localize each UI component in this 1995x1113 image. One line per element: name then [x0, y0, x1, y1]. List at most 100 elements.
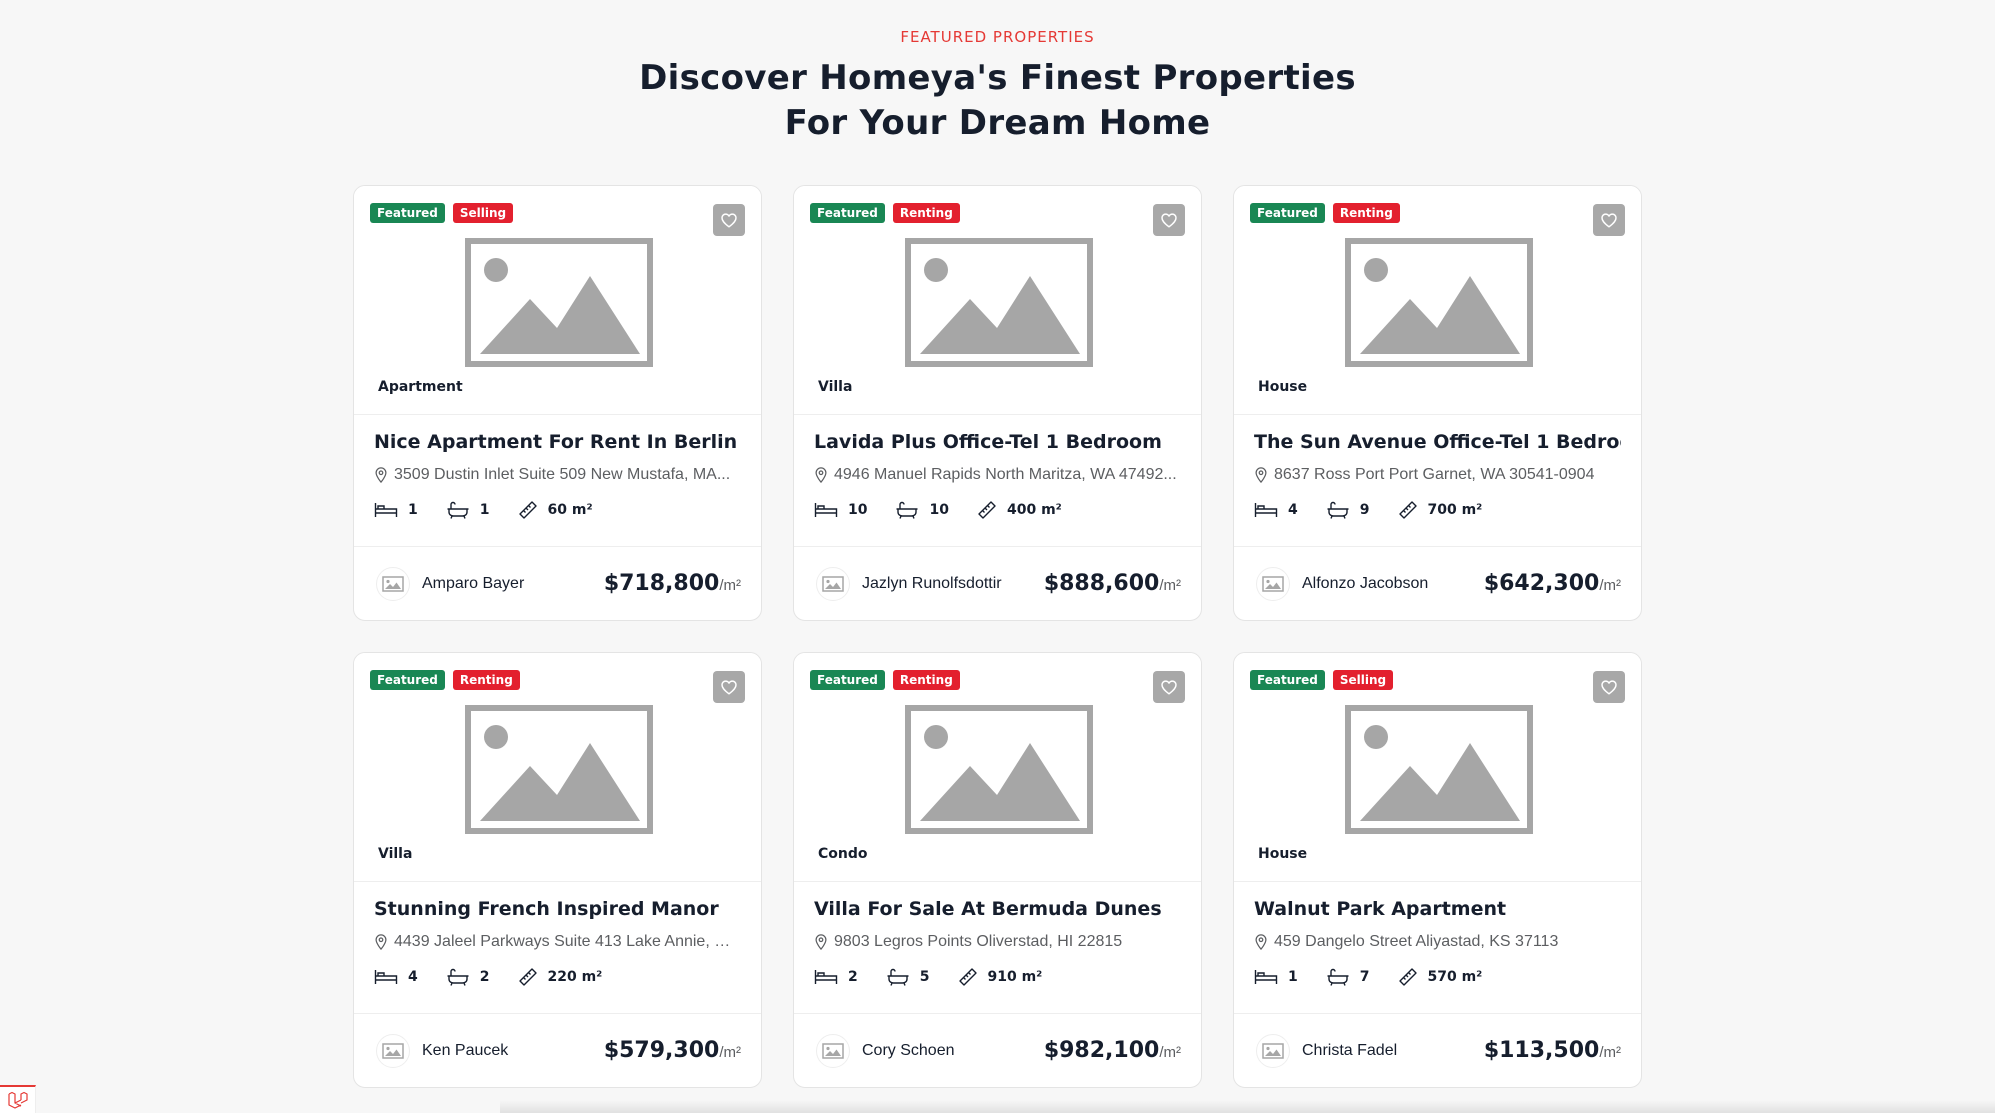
agent-info[interactable]: Christa Fadel [1256, 1033, 1398, 1068]
beds-info: 1 [1254, 969, 1298, 985]
price-value: $718,800 [603, 571, 720, 596]
property-price: $982,100 /m² [1044, 1038, 1181, 1063]
agent-info[interactable]: Ken Paucek [376, 1033, 509, 1068]
property-address: 3509 Dustin Inlet Suite 509 New Mustafa,… [374, 466, 741, 484]
card-footer: Amparo Bayer $718,800 /m² [354, 547, 761, 620]
agent-info[interactable]: Jazlyn Runolfsdottir [816, 566, 1002, 601]
price-value: $888,600 [1043, 571, 1160, 596]
image-placeholder-icon [1345, 705, 1533, 834]
address-text: 4946 Manuel Rapids North Maritza, WA 474… [834, 466, 1177, 483]
heart-icon [1601, 679, 1617, 695]
badge-group: Featured Renting [810, 203, 960, 223]
property-price: $718,800 /m² [604, 571, 741, 596]
agent-name: Ken Paucek [422, 1041, 509, 1059]
area-info: 60 m² [518, 500, 593, 520]
property-title[interactable]: Nice Apartment For Rent In Berlin [374, 415, 741, 453]
status-badge: Renting [892, 670, 960, 690]
agent-avatar [1256, 566, 1290, 601]
agent-name: Cory Schoen [862, 1041, 955, 1059]
heart-icon [1601, 212, 1617, 228]
property-image-area[interactable]: Featured Renting Villa [794, 186, 1201, 415]
bottom-scroll-shadow [500, 1100, 1995, 1113]
agent-info[interactable]: Amparo Bayer [376, 566, 524, 601]
property-card[interactable]: Featured Renting House The Sun Avenue Of… [1233, 185, 1642, 621]
location-pin-icon [375, 467, 387, 483]
image-placeholder-icon [905, 238, 1093, 367]
heart-icon [721, 679, 737, 695]
avatar-placeholder-icon [822, 1042, 844, 1059]
property-card[interactable]: Featured Renting Villa Lavida Plus Offic… [793, 185, 1202, 621]
badge-group: Featured Selling [370, 203, 514, 223]
property-image-area[interactable]: Featured Renting Villa [354, 653, 761, 882]
baths-count: 7 [1359, 969, 1370, 985]
section-header: FEATURED PROPERTIES Discover Homeya's Fi… [0, 28, 1995, 146]
property-card[interactable]: Featured Selling House Walnut Park Apart… [1233, 652, 1642, 1088]
bed-icon [814, 503, 838, 517]
featured-badge: Featured [370, 670, 445, 690]
status-badge: Renting [1332, 203, 1400, 223]
image-placeholder-icon [465, 705, 653, 834]
property-title[interactable]: Walnut Park Apartment [1254, 882, 1621, 920]
favorite-button[interactable] [1153, 204, 1185, 236]
favorite-button[interactable] [1593, 204, 1625, 236]
status-badge: Selling [1332, 670, 1394, 690]
favorite-button[interactable] [713, 671, 745, 703]
agent-name: Christa Fadel [1302, 1041, 1398, 1059]
property-details: Walnut Park Apartment 459 Dangelo Street… [1234, 882, 1641, 1014]
agent-info[interactable]: Cory Schoen [816, 1033, 955, 1068]
image-placeholder-icon [465, 238, 653, 367]
featured-badge: Featured [1250, 203, 1325, 223]
property-card[interactable]: Featured Selling Apartment Nice Apartmen… [353, 185, 762, 621]
property-meta: 1 7 570 m² [1254, 967, 1621, 987]
bathtub-icon [447, 968, 469, 986]
favorite-button[interactable] [1593, 671, 1625, 703]
property-type-label: Villa [818, 379, 853, 395]
baths-count: 1 [479, 502, 490, 518]
property-image-area[interactable]: Featured Selling Apartment [354, 186, 761, 415]
avatar-placeholder-icon [1262, 575, 1284, 592]
price-unit: /m² [1159, 577, 1181, 594]
card-footer: Jazlyn Runolfsdottir $888,600 /m² [794, 547, 1201, 620]
featured-badge: Featured [810, 203, 885, 223]
location-pin-icon [1255, 467, 1267, 483]
heart-icon [721, 212, 737, 228]
property-details: The Sun Avenue Office-Tel 1 Bedroom 8637… [1234, 415, 1641, 547]
beds-info: 4 [374, 969, 418, 985]
property-address: 8637 Ross Port Port Garnet, WA 30541-090… [1254, 466, 1621, 484]
property-image-area[interactable]: Featured Renting House [1234, 186, 1641, 415]
favorite-button[interactable] [713, 204, 745, 236]
badge-group: Featured Renting [810, 670, 960, 690]
heart-icon [1161, 679, 1177, 695]
property-image-area[interactable]: Featured Renting Condo [794, 653, 1201, 882]
price-unit: /m² [719, 1044, 741, 1061]
property-title[interactable]: Villa For Sale At Bermuda Dunes [814, 882, 1181, 920]
beds-count: 1 [1288, 969, 1298, 985]
baths-count: 2 [479, 969, 490, 985]
property-meta: 2 5 910 m² [814, 967, 1181, 987]
price-value: $579,300 [603, 1038, 720, 1063]
avatar-placeholder-icon [822, 575, 844, 592]
area-info: 910 m² [958, 967, 1042, 987]
location-pin-icon [815, 467, 827, 483]
beds-count: 4 [1288, 502, 1298, 518]
baths-info: 9 [1326, 501, 1370, 519]
corner-logo[interactable] [0, 1085, 36, 1113]
property-type-label: House [1258, 846, 1308, 862]
agent-info[interactable]: Alfonzo Jacobson [1256, 566, 1428, 601]
beds-info: 10 [814, 502, 867, 518]
agent-avatar [376, 1033, 410, 1068]
property-card[interactable]: Featured Renting Condo Villa For Sale At… [793, 652, 1202, 1088]
card-footer: Christa Fadel $113,500 /m² [1234, 1014, 1641, 1087]
property-title[interactable]: The Sun Avenue Office-Tel 1 Bedroom [1254, 415, 1621, 453]
favorite-button[interactable] [1153, 671, 1185, 703]
baths-count: 10 [929, 502, 949, 518]
property-card[interactable]: Featured Renting Villa Stunning French I… [353, 652, 762, 1088]
heading-line-1: Discover Homeya's Finest Properties [639, 58, 1356, 98]
property-title[interactable]: Lavida Plus Office-Tel 1 Bedroom [814, 415, 1181, 453]
property-image-area[interactable]: Featured Selling House [1234, 653, 1641, 882]
badge-group: Featured Renting [370, 670, 520, 690]
price-value: $642,300 [1483, 571, 1600, 596]
bathtub-icon [1327, 968, 1349, 986]
area-info: 220 m² [518, 967, 602, 987]
property-title[interactable]: Stunning French Inspired Manor [374, 882, 741, 920]
